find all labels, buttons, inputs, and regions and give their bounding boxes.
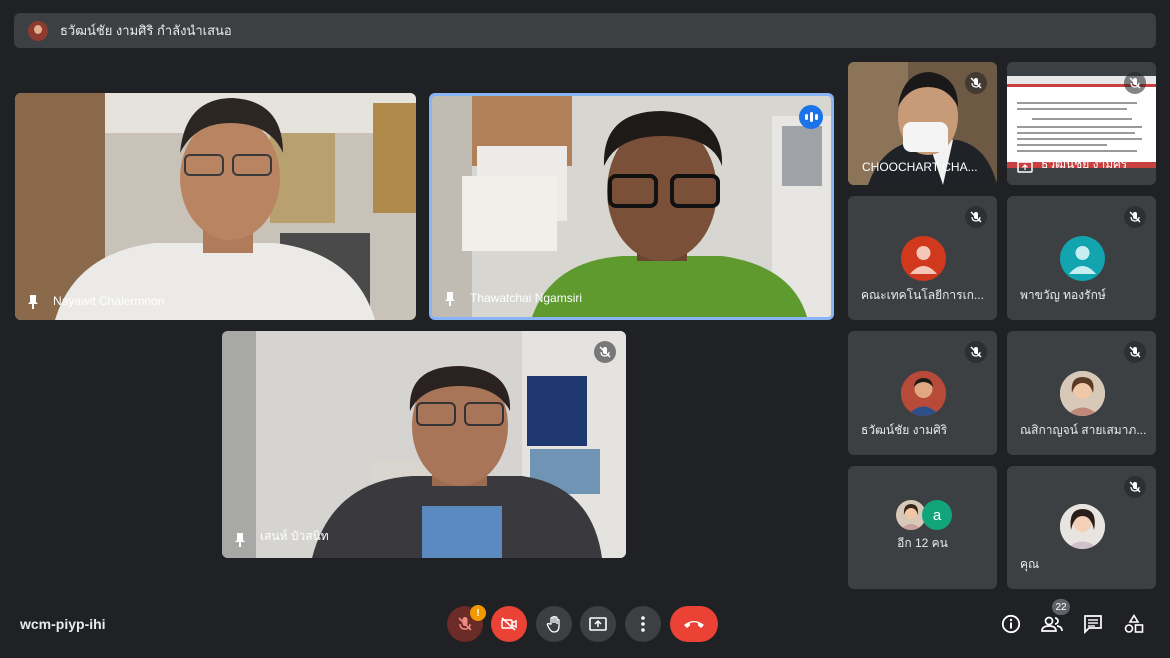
meeting-code[interactable]: wcm-piyp-ihi [20,616,106,632]
others-count: อีก 12 คน [897,536,948,550]
mic-off-icon [458,617,472,631]
side-tile-nasikarn[interactable]: ณสิกาญจน์ สายเสมาภ... [1007,331,1156,455]
participant-name: คุณ [1020,557,1040,571]
chat-icon [1084,615,1102,634]
info-icon [1001,614,1021,634]
more-options-button[interactable] [625,606,661,642]
people-count-badge: 22 [1052,599,1070,615]
activities-icon [1124,614,1144,633]
chat-button[interactable] [1081,612,1105,636]
camera-off-icon [501,617,517,631]
side-tile-faculty[interactable]: คณะเทคโนโลยีการเก... [848,196,997,320]
mic-muted-icon [1124,341,1146,363]
present-screen-icon [589,617,607,631]
participant-name: เสนห์ บัวสนิท [260,529,329,543]
participant-name: Nayawit Chalermnon [53,294,165,308]
video-tile-thawatchai[interactable]: Thawatchai Ngamsiri [429,93,834,320]
participant-name: พาขวัญ ทองรักษ์ [1020,288,1106,302]
people-button[interactable] [1040,612,1064,636]
camera-toggle-button[interactable] [491,606,527,642]
people-icon [1041,616,1063,632]
side-tile-thawatchai[interactable]: ธวัฒน์ชัย งามศิริ [848,331,997,455]
leave-call-button[interactable] [670,606,718,642]
avatar [1059,504,1105,549]
participant-name: Thawatchai Ngamsiri [470,291,583,305]
meeting-details-button[interactable] [999,612,1023,636]
mic-muted-icon [965,341,987,363]
participant-name: ธวัฒน์ชัย งามศิริ [1041,157,1128,171]
mic-muted-icon [1124,72,1146,94]
mic-muted-icon [965,206,987,228]
side-tile-pakwan[interactable]: พาขวัญ ทองรักษ์ [1007,196,1156,320]
present-screen-icon [1017,161,1033,173]
participant-name: CHOOCHART CHA... [862,160,978,174]
more-vert-icon [641,616,645,632]
video-feed [222,331,626,558]
participant-name: ณสิกาญจน์ สายเสมาภ... [1020,423,1147,437]
avatar-letter: a [922,500,952,530]
mic-muted-icon [1124,206,1146,228]
presenting-text: ธวัฒน์ชัย งามศิริ กำลังนำเสนอ [60,23,232,38]
pin-icon[interactable] [444,292,456,306]
mic-muted-icon [965,72,987,94]
presenting-banner: ธวัฒน์ชัย งามศิริ กำลังนำเสนอ [14,13,1156,48]
pin-icon[interactable] [234,533,246,547]
video-feed [432,96,831,317]
phone-hangup-icon [684,621,704,628]
activities-button[interactable] [1122,612,1146,636]
avatar [900,236,946,281]
raise-hand-button[interactable] [536,606,572,642]
video-tile-sanae[interactable]: เสนห์ บัวสนิท [222,331,626,558]
mic-muted-icon [594,341,616,363]
side-tile-self[interactable]: คุณ [1007,466,1156,589]
avatar [1059,236,1105,281]
side-tile-others[interactable]: a อีก 12 คน [848,466,997,589]
present-now-button[interactable] [580,606,616,642]
side-tile-choochart[interactable]: CHOOCHART CHA... [848,62,997,185]
video-feed [15,93,416,320]
hand-icon [546,615,560,633]
side-tile-presentation[interactable]: ธวัฒน์ชัย งามศิริ [1007,62,1156,185]
mic-muted-icon [1124,476,1146,498]
video-tile-nayawit[interactable]: Nayawit Chalermnon [15,93,416,320]
avatar [900,371,946,416]
pin-icon[interactable] [27,295,39,309]
mic-alert-badge: ! [470,605,486,621]
speaking-indicator-icon [799,105,823,129]
presenter-avatar [28,20,48,41]
participant-name: คณะเทคโนโลยีการเก... [861,288,984,302]
participant-name: ธวัฒน์ชัย งามศิริ [861,423,948,437]
avatar [1059,371,1105,416]
